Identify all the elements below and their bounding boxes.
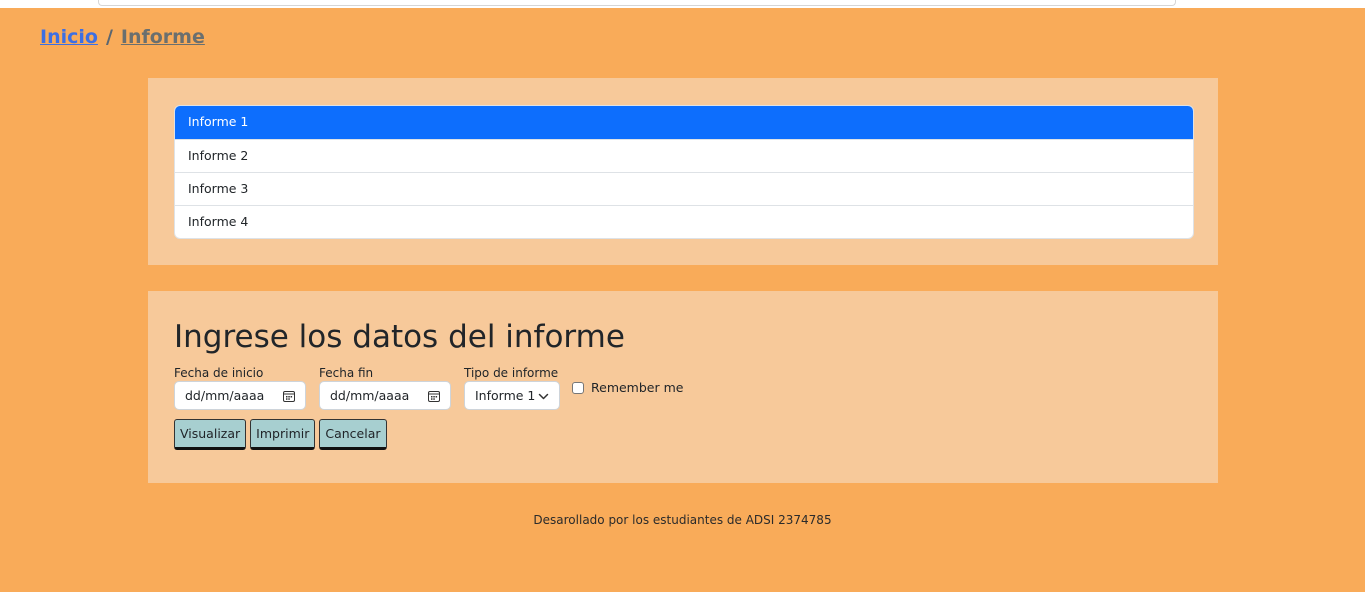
end-date-placeholder: dd/mm/aaaa [330, 388, 410, 403]
footer: Desarollado por los estudiantes de ADSI … [0, 513, 1365, 527]
footer-text: Desarollado por los estudiantes de ADSI … [533, 513, 832, 527]
start-date-input[interactable]: dd/mm/aaaa [174, 381, 306, 410]
view-button[interactable]: Visualizar [174, 419, 247, 450]
report-type-value: Informe 1 [475, 388, 536, 403]
end-date-label: Fecha fin [319, 366, 374, 380]
report-type-field: Tipo de informe Informe 1 [464, 366, 560, 410]
calendar-icon[interactable] [283, 390, 295, 402]
address-bar-edge [98, 0, 1176, 6]
print-button[interactable]: Imprimir [250, 419, 316, 450]
remember-me-label: Remember me [591, 380, 684, 395]
browser-top-strip [0, 0, 1365, 8]
form-actions: Visualizar Imprimir Cancelar [174, 419, 387, 450]
end-date-input[interactable]: dd/mm/aaaa [319, 381, 451, 410]
report-list-item-1[interactable]: Informe 1 [175, 106, 1193, 139]
breadcrumb-home-link[interactable]: Inicio [40, 26, 98, 48]
cancel-button[interactable]: Cancelar [319, 419, 387, 450]
remember-me-checkbox[interactable] [572, 381, 584, 394]
breadcrumb: Inicio / Informe [40, 26, 205, 48]
report-list-item-2[interactable]: Informe 2 [175, 139, 1193, 172]
remember-me-option: Remember me [572, 380, 683, 395]
reports-list-card: Informe 1 Informe 2 Informe 3 Informe 4 [148, 78, 1218, 265]
report-type-select[interactable]: Informe 1 [464, 381, 560, 410]
start-date-label: Fecha de inicio [174, 366, 264, 380]
end-date-field: Fecha fin dd/mm/aaaa [319, 366, 451, 410]
breadcrumb-current-link[interactable]: Informe [121, 26, 205, 48]
start-date-field: Fecha de inicio dd/mm/aaaa [174, 366, 306, 410]
report-form-card: Ingrese los datos del informe Fecha de i… [148, 291, 1218, 483]
form-title: Ingrese los datos del informe [174, 319, 625, 355]
breadcrumb-separator: / [105, 26, 113, 48]
start-date-placeholder: dd/mm/aaaa [185, 388, 265, 403]
report-list-item-4[interactable]: Informe 4 [175, 205, 1193, 238]
reports-list: Informe 1 Informe 2 Informe 3 Informe 4 [174, 105, 1194, 239]
chevron-down-icon [538, 393, 549, 400]
calendar-icon[interactable] [428, 390, 440, 402]
report-type-label: Tipo de informe [464, 366, 559, 380]
report-list-item-3[interactable]: Informe 3 [175, 172, 1193, 205]
